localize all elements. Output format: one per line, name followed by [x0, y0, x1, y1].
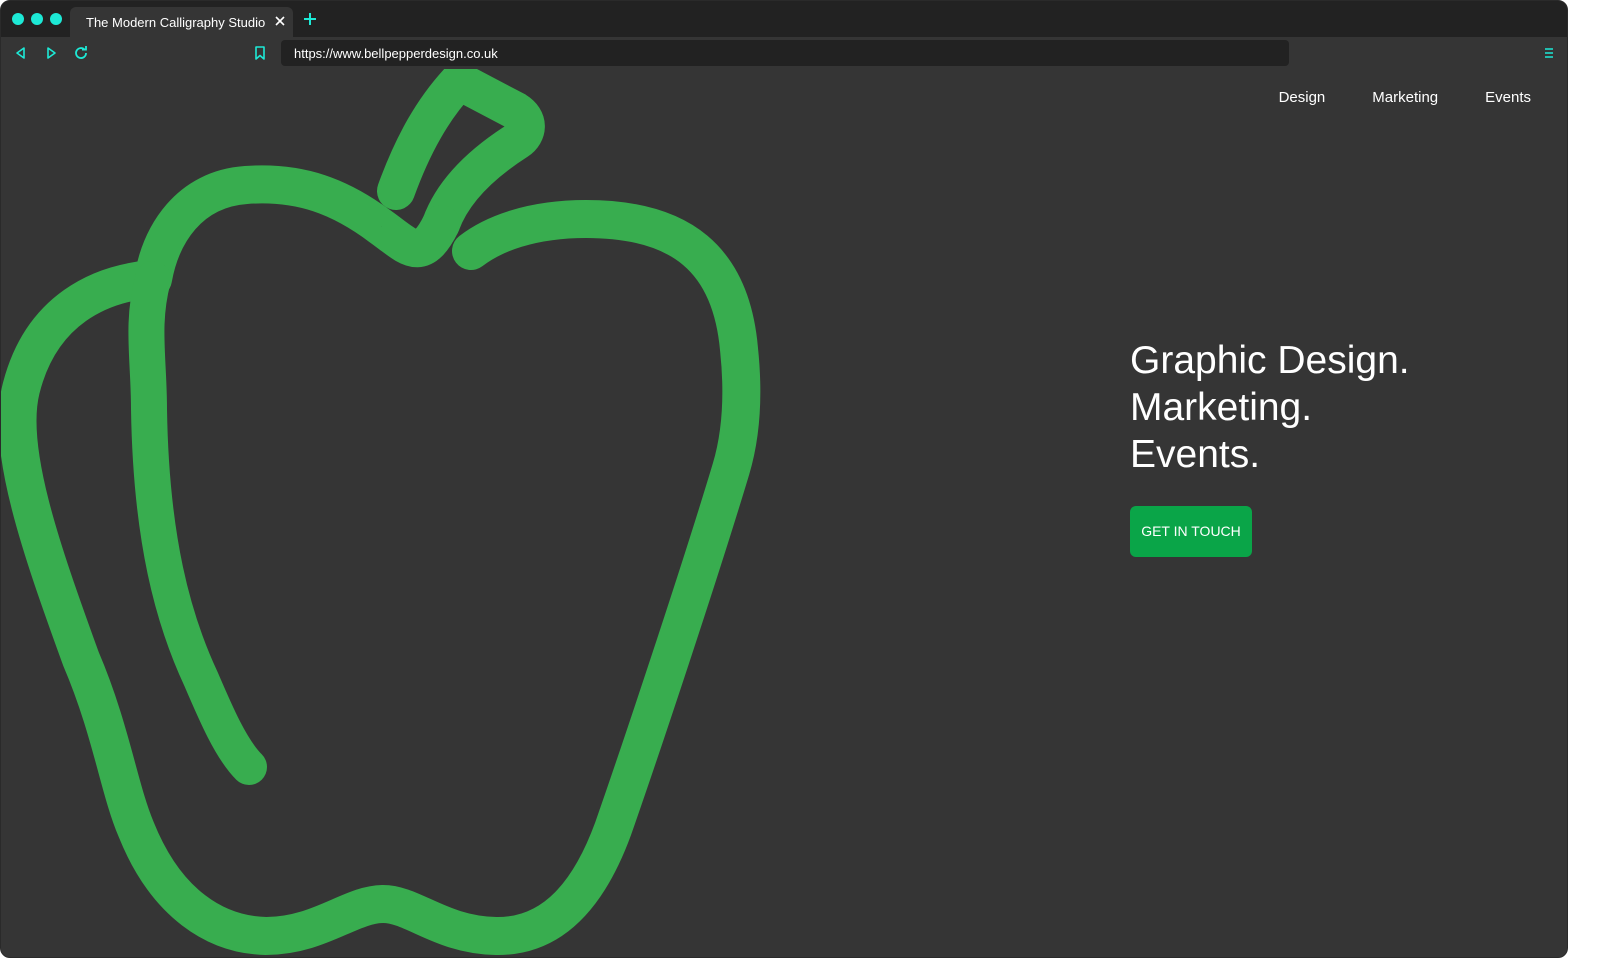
menu-icon[interactable] — [1541, 45, 1557, 61]
hero-heading-line: Marketing. — [1130, 386, 1313, 429]
minimize-window-dot[interactable] — [31, 13, 43, 25]
hero-heading-line: Events. — [1130, 433, 1261, 476]
close-icon[interactable] — [273, 14, 287, 28]
get-in-touch-button[interactable]: GET IN TOUCH — [1130, 506, 1252, 557]
tab-title: The Modern Calligraphy Studio — [86, 15, 266, 30]
browser-window: The Modern Calligraphy Studio https://ww… — [0, 0, 1568, 958]
url-text: https://www.bellpepperdesign.co.uk — [294, 46, 498, 61]
maximize-window-dot[interactable] — [50, 13, 62, 25]
site-navigation: Design Marketing Events — [1279, 89, 1531, 106]
chevron-right-icon[interactable] — [43, 45, 59, 61]
address-bar[interactable]: https://www.bellpepperdesign.co.uk — [281, 40, 1289, 66]
hero-heading-line: Graphic Design. — [1130, 339, 1410, 382]
bell-pepper-icon — [1, 69, 761, 956]
webpage: Design Marketing Events Graphic Design. … — [1, 69, 1567, 957]
plus-icon[interactable] — [302, 11, 318, 27]
chevron-left-icon[interactable] — [13, 45, 29, 61]
nav-link-events[interactable]: Events — [1485, 89, 1531, 106]
close-window-dot[interactable] — [12, 13, 24, 25]
tab-strip: The Modern Calligraphy Studio — [1, 1, 1567, 37]
bookmark-icon[interactable] — [252, 45, 268, 61]
nav-link-design[interactable]: Design — [1279, 89, 1326, 106]
nav-link-marketing[interactable]: Marketing — [1372, 89, 1438, 106]
browser-toolbar: https://www.bellpepperdesign.co.uk — [1, 37, 1567, 69]
hero-section: Graphic Design. Marketing. Events. GET I… — [1130, 337, 1410, 557]
reload-icon[interactable] — [73, 45, 89, 61]
browser-tab[interactable]: The Modern Calligraphy Studio — [70, 7, 293, 37]
